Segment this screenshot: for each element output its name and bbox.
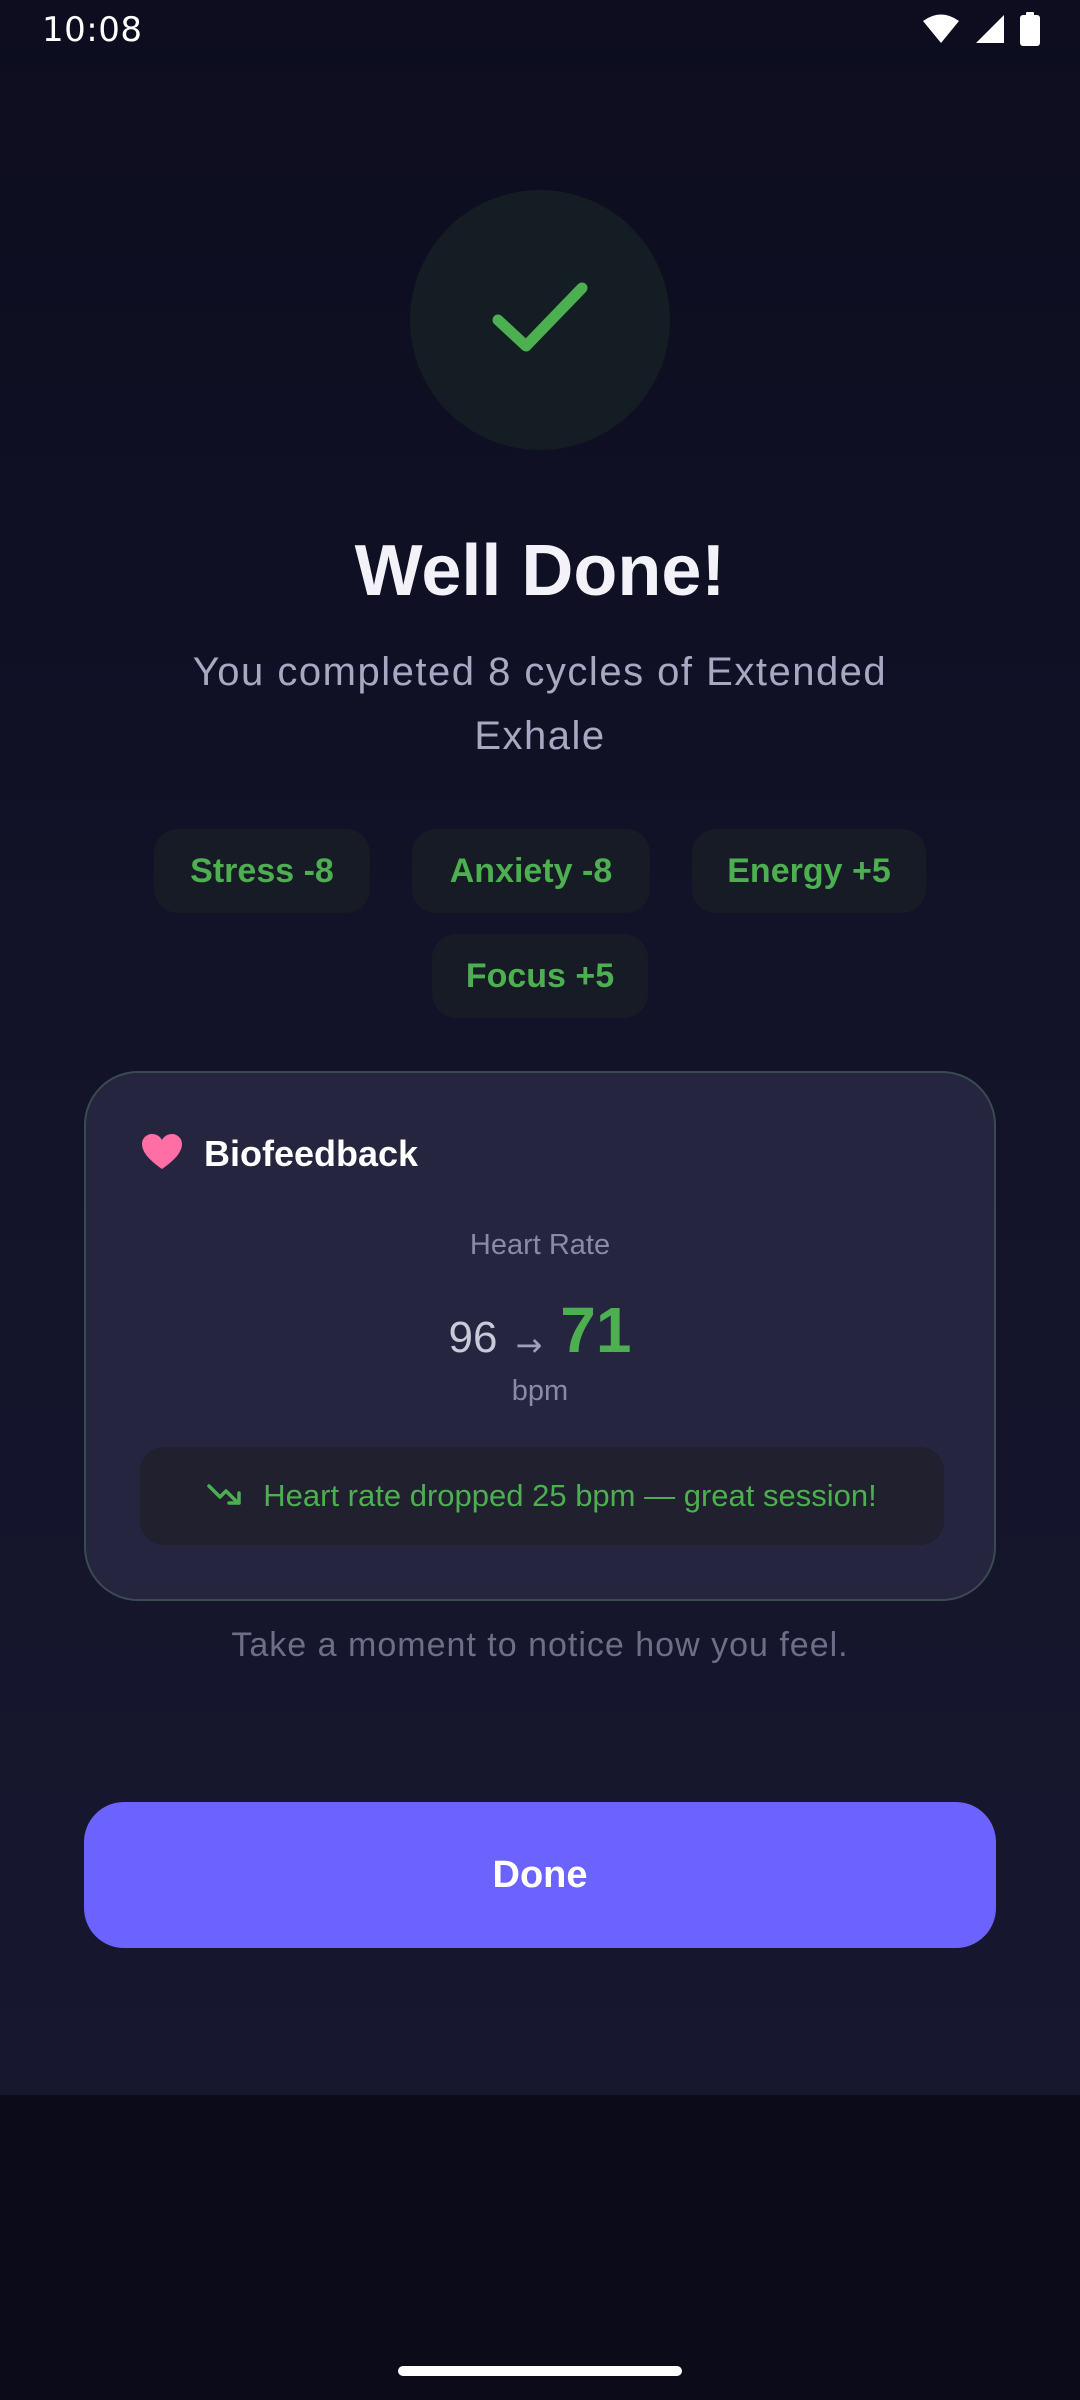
home-indicator[interactable] [398, 2366, 682, 2376]
chip-anxiety: Anxiety -8 [412, 829, 650, 913]
heart-rate-unit: bpm [511, 1375, 569, 1407]
battery-icon [1020, 12, 1040, 46]
status-time: 10:08 [42, 10, 143, 50]
chip-energy: Energy +5 [692, 829, 926, 913]
heart-rate-before: 96 [448, 1313, 498, 1362]
status-icons [922, 12, 1040, 46]
arrow-right-icon: → [515, 1326, 543, 1364]
status-bar: 10:08 [0, 0, 1080, 62]
checkmark-icon [490, 278, 590, 362]
heart-rate-summary: Heart rate dropped 25 bpm — great sessio… [140, 1447, 944, 1545]
session-complete-screen: 10:08 Well Done! You completed 8 cycles … [0, 0, 1080, 2095]
heart-icon [142, 1134, 182, 1174]
trending-down-icon [207, 1482, 243, 1510]
biofeedback-card: Biofeedback Heart Rate 96 → 71 bpm Heart… [84, 1071, 996, 1601]
completion-subtitle: You completed 8 cycles of Extended Exhal… [192, 650, 888, 758]
summary-text: Heart rate dropped 25 bpm — great sessio… [263, 1478, 877, 1513]
card-header: Biofeedback [142, 1133, 418, 1175]
chip-stress: Stress -8 [154, 829, 370, 913]
completion-title: Well Done! [354, 531, 726, 611]
cell-signal-icon [974, 13, 1006, 45]
heart-rate-after: 71 [560, 1294, 632, 1366]
reflection-hint: Take a moment to notice how you feel. [231, 1626, 849, 1664]
card-title: Biofeedback [204, 1133, 419, 1174]
heart-rate-values: 96 → 71 [86, 1293, 994, 1367]
success-badge [410, 190, 670, 450]
done-button[interactable]: Done [84, 1802, 996, 1948]
screen: 10:08 Well Done! You completed 8 cycles … [0, 0, 1080, 2400]
heart-rate-label: Heart Rate [469, 1229, 611, 1261]
wifi-icon [922, 14, 960, 44]
chip-focus: Focus +5 [432, 934, 648, 1018]
